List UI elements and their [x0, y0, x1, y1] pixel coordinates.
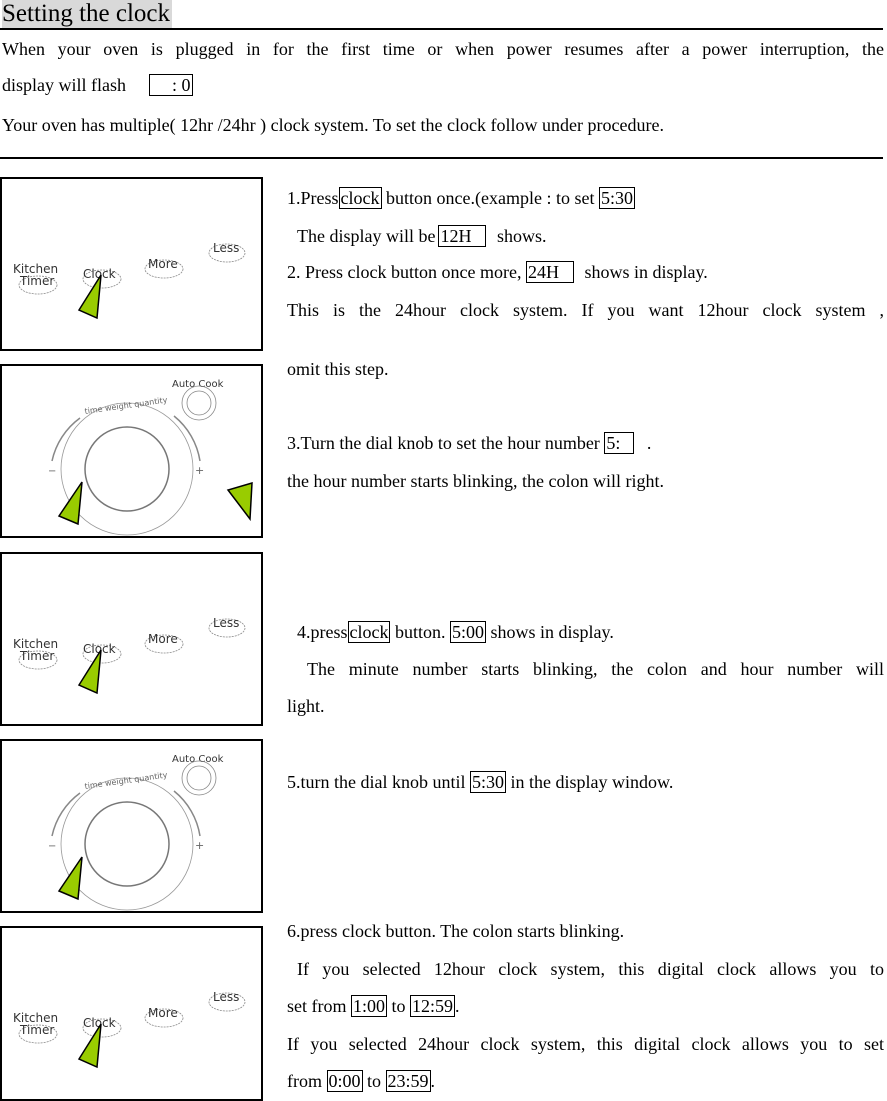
step-1-line-1: 1.Press clock button once.(example : to s… — [287, 187, 635, 209]
step-3-line-1: 3.Turn the dial knob to set the hour num… — [287, 432, 651, 454]
step-3-text-a: 3.Turn the dial knob to set the hour num… — [287, 433, 600, 453]
step-4-line-3: light. — [287, 696, 325, 716]
dial-minus-icon: − — [48, 466, 56, 477]
display-12h-box: 12H — [438, 225, 487, 247]
step-6-line-3-period: . — [455, 996, 460, 1016]
flash-display-box: : 0 — [148, 74, 193, 96]
step-4-text-b: button. — [394, 622, 446, 642]
intro-line-1: When your oven is plugged in for the fir… — [2, 39, 884, 59]
step-5-text-a: 5.turn the dial knob until — [287, 772, 466, 792]
section-rule — [0, 157, 883, 159]
pointer-arrow-icon — [77, 1023, 102, 1069]
clock-keyword-box: clock — [338, 187, 382, 209]
title-rule — [0, 28, 883, 30]
pointer-arrow-icon — [77, 649, 102, 695]
panel-step5-dial: Auto Cook time weight quantity − + — [0, 739, 263, 913]
dial-arc-left — [51, 417, 81, 462]
kitchen-timer-label-2: Timer — [19, 649, 54, 663]
dial-arc-right — [173, 790, 201, 837]
range-12h-start-box: 1:00 — [350, 995, 387, 1017]
panel-step1-buttons: Kitchen Timer Clock More Less — [0, 177, 263, 351]
panel-step6-buttons: Kitchen Timer Clock More Less — [0, 926, 263, 1101]
less-button-label: Less — [213, 241, 239, 255]
step-4-text-c: shows in display. — [490, 622, 614, 642]
pointer-arrow-icon — [226, 481, 253, 522]
kitchen-timer-label-2: Timer — [19, 274, 54, 288]
pointer-arrow-icon — [77, 274, 102, 320]
display-500-box: 5:00 — [450, 621, 487, 643]
dial-knob[interactable] — [84, 426, 170, 512]
step-5-line-1: 5.turn the dial knob until 5:30 in the d… — [287, 771, 673, 793]
dial-outer-ring — [60, 777, 194, 911]
step-4-text-a: 4.press — [297, 622, 348, 642]
step-6-line-3-text-b: to — [391, 996, 406, 1016]
step-6-line-1: 6.press clock button. The colon starts b… — [287, 921, 625, 941]
step-2-text-b: shows in display. — [584, 262, 708, 282]
step-4-line-2: The minute number starts blinking, the c… — [307, 659, 884, 679]
more-button-label: More — [148, 632, 178, 646]
less-button-label: Less — [213, 990, 239, 1004]
dial-minus-icon: − — [48, 841, 56, 852]
step-1-line-2: The display will be 12H shows. — [297, 225, 547, 247]
dial-arc-label: time weight quantity — [84, 770, 168, 791]
dial-arc-label: time weight quantity — [84, 395, 168, 416]
dial-plus-icon: + — [195, 464, 204, 477]
step-5-text-b: in the display window. — [510, 772, 674, 792]
step-2-line-3: omit this step. — [287, 359, 389, 379]
step-3-line-2: the hour number starts blinking, the col… — [287, 471, 664, 491]
pointer-arrow-icon — [57, 856, 83, 901]
example-time-box: 5:30 — [598, 187, 635, 209]
more-button-label: More — [148, 257, 178, 271]
dial-arc-right — [173, 415, 201, 462]
step-1-line-2-tail: shows. — [496, 226, 547, 246]
intro-line-2: display will flash : 0 — [2, 74, 193, 96]
auto-cook-label: Auto Cook — [172, 379, 224, 390]
display-24h-box: 24H — [525, 261, 574, 283]
page-title: Setting the clock — [2, 0, 173, 28]
kitchen-timer-label-2: Timer — [19, 1023, 54, 1037]
step-6-line-5: from 0:00 to 23:59. — [287, 1070, 435, 1092]
auto-cook-button-inner — [186, 765, 212, 791]
range-24h-end-box: 23:59 — [385, 1070, 431, 1092]
step-1-text-b: button once.(example : to set — [386, 188, 595, 208]
step-6-line-3: set from 1:00 to 12:59. — [287, 995, 460, 1017]
step-2-line-1: 2. Press clock button once more, 24H sho… — [287, 261, 708, 283]
step-6-line-3-text-a: set from — [287, 996, 347, 1016]
less-button-label: Less — [213, 616, 239, 630]
pointer-arrow-icon — [57, 481, 83, 526]
dial-plus-icon: + — [195, 839, 204, 852]
panel-step4-buttons: Kitchen Timer Clock More Less — [0, 552, 263, 726]
range-12h-end-box: 12:59 — [410, 995, 456, 1017]
step-3-text-b: . — [646, 433, 652, 453]
step-2-text-a: 2. Press clock button once more, — [287, 262, 522, 282]
step-2-line-2: This is the 24hour clock system. If you … — [287, 300, 884, 320]
display-530-box: 5:30 — [469, 771, 506, 793]
step-6-line-5-period: . — [430, 1071, 436, 1091]
step-6-line-5-text-a: from — [287, 1071, 322, 1091]
hour-display-box: 5: — [604, 432, 635, 454]
dial-arc-left — [51, 792, 81, 837]
step-1-line-2-text: The display will be — [297, 226, 436, 246]
more-button-label: More — [148, 1006, 178, 1020]
clock-keyword-box-2: clock — [347, 621, 391, 643]
step-6-line-4: If you selected 24hour clock system, thi… — [287, 1034, 884, 1054]
intro-line-2-text: display will flash — [2, 75, 126, 95]
auto-cook-label: Auto Cook — [172, 754, 224, 765]
step-6-line-2: If you selected 12hour clock system, thi… — [297, 959, 884, 979]
dial-knob[interactable] — [84, 801, 170, 887]
dial-outer-ring — [60, 402, 194, 536]
step-6-line-5-text-b: to — [367, 1071, 382, 1091]
range-24h-start-box: 0:00 — [326, 1070, 363, 1092]
step-4-line-1: 4.press clock button. 5:00 shows in displ… — [297, 621, 614, 643]
auto-cook-button-inner — [186, 390, 212, 416]
panel-step3-dial: Auto Cook time weight quantity − + — [0, 364, 263, 538]
step-1-text-a: 1.Press — [287, 188, 339, 208]
intro-line-3: Your oven has multiple( 12hr /24hr ) clo… — [2, 115, 664, 135]
